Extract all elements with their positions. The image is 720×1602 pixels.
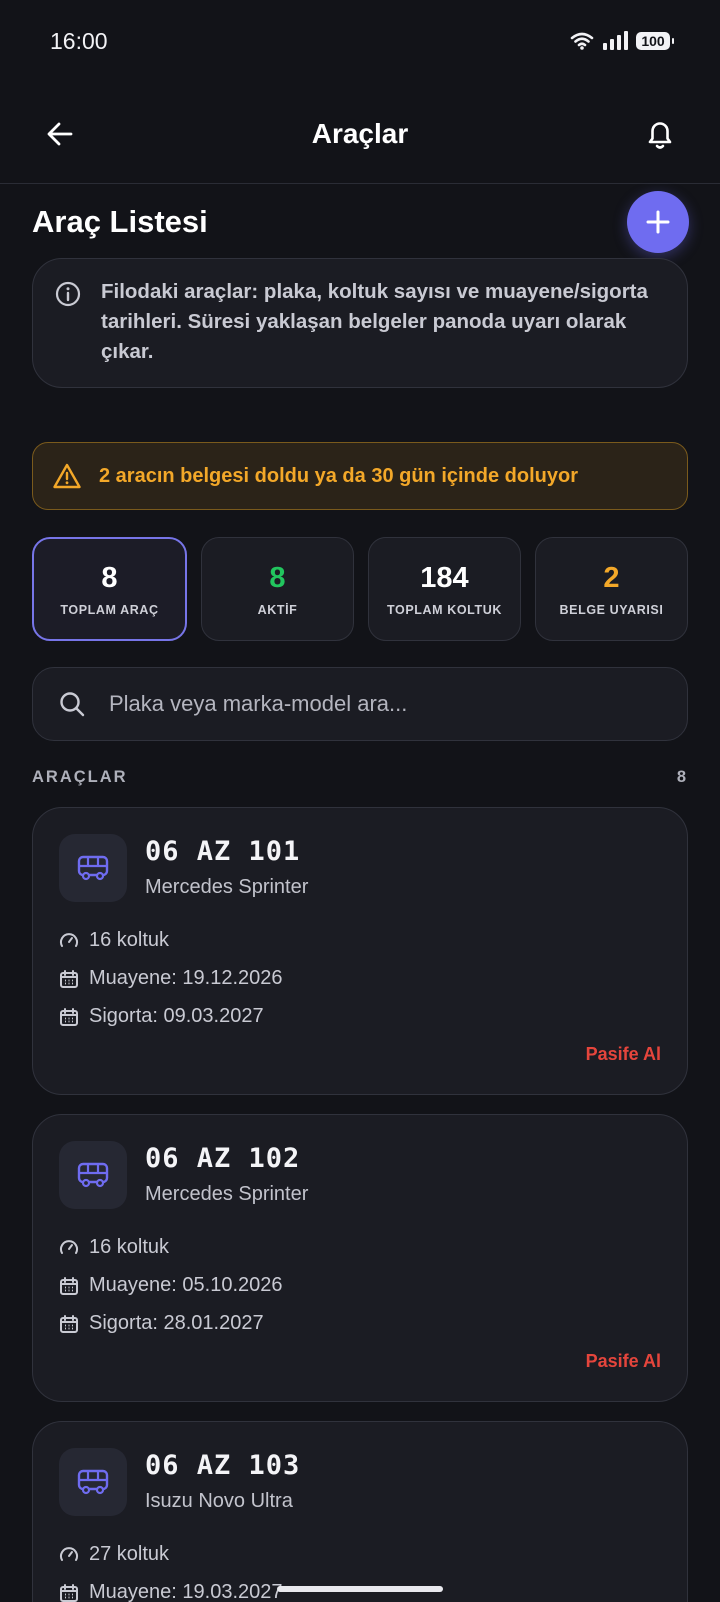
document-warning-banner[interactable]: 2 aracın belgesi doldu ya da 30 gün için… — [32, 442, 688, 510]
vehicle-seats: 16 koltuk — [89, 1236, 170, 1258]
wifi-icon — [570, 32, 594, 50]
battery-icon: 100 — [636, 32, 674, 50]
back-arrow-icon — [47, 122, 73, 146]
bus-icon — [77, 855, 109, 881]
vehicle-insurance-row: Sigorta: 28.01.2027 — [59, 1312, 264, 1335]
vehicle-plate: 06 AZ 102 — [145, 1143, 301, 1174]
vehicle-seats-row: 16 koltuk — [59, 1236, 169, 1259]
bus-icon-box — [59, 834, 127, 902]
list-title: ARAÇLAR — [32, 768, 128, 786]
vehicle-card[interactable]: 06 AZ 101 Mercedes Sprinter 16 koltuk Mu… — [32, 807, 688, 1095]
vehicle-inspection-row: Muayene: 19.12.2026 — [59, 967, 283, 990]
info-text: Filodaki araçlar: plaka, koltuk sayısı v… — [101, 280, 648, 363]
vehicle-inspection: Muayene: 19.12.2026 — [89, 967, 283, 989]
stat-label: TOPLAM KOLTUK — [387, 602, 502, 617]
vehicle-inspection: Muayene: 19.03.2027 — [89, 1581, 283, 1602]
calendar-icon — [60, 1583, 78, 1602]
status-bar: 16:00 100 — [0, 0, 720, 84]
gauge-icon — [60, 932, 78, 947]
gauge-icon — [60, 1239, 78, 1254]
info-icon — [55, 281, 81, 307]
stats-row: 8 TOPLAM ARAÇ 8 AKTİF 184 TOPLAM KOLTUK … — [32, 537, 688, 641]
vehicle-seats-row: 16 koltuk — [59, 929, 169, 952]
vehicle-plate: 06 AZ 103 — [145, 1450, 301, 1481]
status-time: 16:00 — [50, 27, 108, 54]
vehicle-plate: 06 AZ 101 — [145, 836, 301, 867]
vehicle-seats: 16 koltuk — [89, 929, 170, 951]
stat-total-vehicles[interactable]: 8 TOPLAM ARAÇ — [32, 537, 187, 641]
stat-label: BELGE UYARISI — [559, 602, 664, 617]
stat-label: AKTİF — [257, 602, 298, 617]
add-vehicle-button[interactable] — [627, 191, 689, 253]
vehicle-seats-row: 27 koltuk — [59, 1543, 169, 1566]
home-indicator — [277, 1586, 443, 1592]
bus-icon-box — [59, 1448, 127, 1516]
bus-icon — [77, 1162, 109, 1188]
gauge-icon — [60, 1546, 78, 1561]
stat-label: TOPLAM ARAÇ — [60, 602, 159, 617]
back-button[interactable] — [38, 112, 82, 156]
vehicle-inspection-row: Muayene: 05.10.2026 — [59, 1274, 283, 1297]
list-header: ARAÇLAR 8 — [32, 768, 688, 787]
vehicle-model: Mercedes Sprinter — [145, 876, 309, 898]
signal-icon — [603, 31, 628, 50]
stat-total-seats[interactable]: 184 TOPLAM KOLTUK — [368, 537, 521, 641]
search-icon — [60, 692, 85, 717]
notifications-button[interactable] — [638, 112, 682, 156]
vehicle-model: Mercedes Sprinter — [145, 1183, 309, 1205]
search-box[interactable] — [32, 667, 688, 741]
bus-icon-box — [59, 1141, 127, 1209]
calendar-icon — [60, 1007, 78, 1026]
stat-value: 8 — [101, 561, 118, 594]
calendar-icon — [60, 1314, 78, 1333]
page-title: Araçlar — [311, 117, 409, 149]
vehicle-card[interactable]: 06 AZ 103 Isuzu Novo Ultra 27 koltuk Mua… — [32, 1421, 688, 1602]
search-input[interactable] — [109, 691, 629, 717]
app-header: Araçlar — [0, 84, 720, 184]
vehicle-seats: 27 koltuk — [89, 1543, 170, 1565]
plus-icon — [646, 210, 670, 234]
bus-icon — [77, 1469, 109, 1495]
deactivate-button[interactable]: Pasife Al — [586, 1351, 661, 1372]
vehicle-model: Isuzu Novo Ultra — [145, 1490, 293, 1512]
status-icons: 100 — [570, 31, 674, 51]
deactivate-button[interactable]: Pasife Al — [586, 1044, 661, 1065]
vehicle-insurance: Sigorta: 09.03.2027 — [89, 1005, 264, 1027]
section-title: Araç Listesi — [32, 204, 208, 239]
calendar-icon — [60, 969, 78, 988]
stat-value: 8 — [269, 561, 286, 594]
warning-triangle-icon — [53, 463, 81, 489]
bell-icon — [648, 122, 672, 149]
vehicle-inspection: Muayene: 05.10.2026 — [89, 1274, 283, 1296]
stat-active[interactable]: 8 AKTİF — [201, 537, 354, 641]
vehicle-insurance-row: Sigorta: 09.03.2027 — [59, 1005, 264, 1028]
calendar-icon — [60, 1276, 78, 1295]
vehicle-card[interactable]: 06 AZ 102 Mercedes Sprinter 16 koltuk Mu… — [32, 1114, 688, 1402]
vehicle-insurance: Sigorta: 28.01.2027 — [89, 1312, 264, 1334]
list-count: 8 — [676, 768, 688, 786]
stat-value: 184 — [420, 561, 469, 594]
warning-text: 2 aracın belgesi doldu ya da 30 gün için… — [99, 464, 579, 487]
stat-value: 2 — [603, 561, 620, 594]
info-card: Filodaki araçlar: plaka, koltuk sayısı v… — [32, 258, 688, 388]
vehicle-inspection-row: Muayene: 19.03.2027 — [59, 1581, 283, 1602]
stat-document-warnings[interactable]: 2 BELGE UYARISI — [535, 537, 688, 641]
